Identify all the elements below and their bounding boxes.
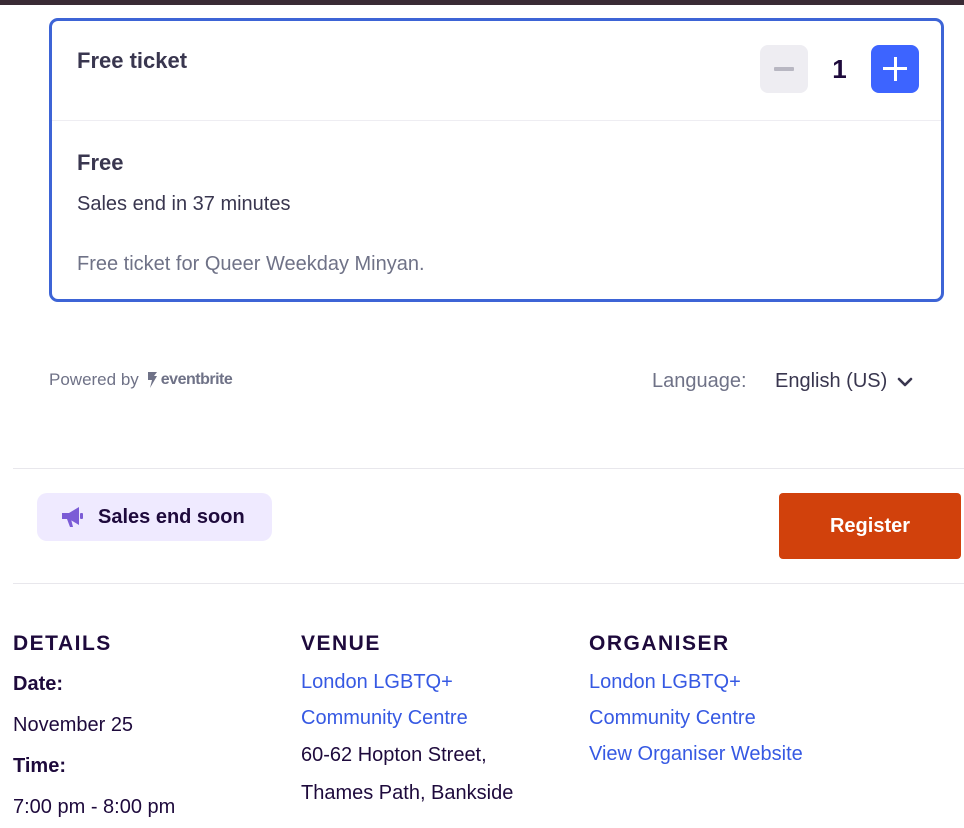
ticket-header: Free ticket 1 <box>52 21 941 121</box>
quantity-value: 1 <box>832 54 847 84</box>
sales-end-soon-badge: Sales end soon <box>37 493 272 541</box>
time-label: Time: <box>13 755 66 777</box>
minus-icon <box>774 67 794 71</box>
language-label: Language: <box>652 370 747 392</box>
date-label: Date: <box>13 673 64 695</box>
details-column: DETAILS Date: November 25 Time: 7:00 pm … <box>13 630 283 828</box>
powered-by: Powered by eventbrite <box>49 370 233 390</box>
venue-heading: VENUE <box>301 632 381 655</box>
language-select[interactable]: English (US) <box>775 370 913 393</box>
venue-address-line1: 60-62 Hopton Street, <box>301 744 487 766</box>
organiser-website-link[interactable]: View Organiser Website <box>589 736 859 772</box>
ticket-price: Free <box>77 150 124 175</box>
time-value: 7:00 pm - 8:00 pm <box>13 796 176 818</box>
organiser-name-link[interactable]: London LGBTQ+ <box>589 664 859 700</box>
quantity-stepper: 1 <box>760 45 919 93</box>
ticket-card: Free ticket 1 Free Sales end in 37 minut… <box>49 18 944 302</box>
megaphone-icon <box>62 507 83 527</box>
register-button[interactable]: Register <box>779 493 961 559</box>
ticket-name: Free ticket <box>77 48 188 73</box>
venue-name-link[interactable]: London LGBTQ+ <box>301 664 571 700</box>
brand-name: eventbrite <box>160 371 233 388</box>
decrease-quantity-button[interactable] <box>760 45 808 93</box>
date-value: November 25 <box>13 714 134 736</box>
section-divider <box>13 583 964 584</box>
venue-column: VENUE London LGBTQ+ Community Centre 60-… <box>301 630 571 812</box>
top-bar <box>0 0 964 5</box>
eventbrite-logo-icon <box>147 372 157 388</box>
increase-quantity-button[interactable] <box>871 45 919 93</box>
chevron-down-icon <box>897 377 913 386</box>
organiser-heading: ORGANISER <box>589 632 730 655</box>
powered-by-label: Powered by <box>49 370 139 389</box>
venue-name-link-line2[interactable]: Community Centre <box>301 700 571 736</box>
ticket-description: Free ticket for Queer Weekday Minyan. <box>77 253 425 275</box>
section-divider <box>13 468 964 469</box>
sales-end-text: Sales end in 37 minutes <box>77 193 291 215</box>
venue-address-line2: Thames Path, Bankside <box>301 782 514 804</box>
language-value: English (US) <box>775 370 888 392</box>
organiser-name-link-line2[interactable]: Community Centre <box>589 700 859 736</box>
organiser-column: ORGANISER London LGBTQ+ Community Centre… <box>589 630 859 772</box>
eventbrite-logo[interactable]: eventbrite <box>145 371 233 389</box>
details-heading: DETAILS <box>13 632 112 655</box>
badge-text: Sales end soon <box>98 505 245 528</box>
